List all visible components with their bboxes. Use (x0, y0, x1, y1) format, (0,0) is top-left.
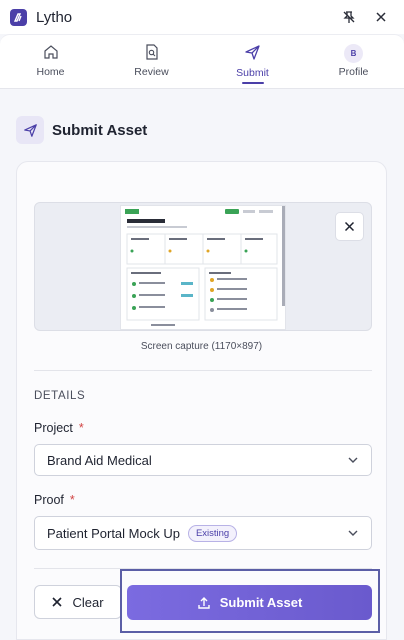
upload-icon (198, 596, 210, 609)
app-title: Lytho (36, 8, 73, 26)
nav-tabs: Home Review Submit B Profile (0, 34, 404, 89)
proof-label-text: Proof (34, 493, 64, 507)
avatar: B (344, 44, 363, 63)
clear-button[interactable]: Clear (34, 585, 122, 619)
proof-select-value: Patient Portal Mock Up (47, 525, 180, 541)
tab-submit[interactable]: Submit (202, 35, 303, 88)
chevron-down-icon (348, 457, 358, 463)
close-icon (376, 12, 386, 22)
status-badge: Existing (187, 524, 238, 542)
submit-card: Screen capture (1170×897) DETAILS Projec… (16, 161, 387, 640)
divider (34, 370, 372, 371)
screen-capture-preview (34, 202, 372, 331)
thumbnail-scrollbar (282, 206, 285, 306)
tab-profile-label: Profile (338, 66, 369, 78)
project-label-text: Project (34, 421, 73, 435)
clear-button-label: Clear (72, 594, 104, 610)
tab-profile[interactable]: B Profile (303, 35, 404, 88)
close-window-button[interactable] (368, 4, 394, 30)
screenshot-thumbnail (120, 205, 286, 330)
send-icon (16, 116, 44, 144)
page-title: Submit Asset (52, 121, 148, 139)
unpin-button[interactable] (336, 4, 362, 30)
required-marker: * (69, 493, 75, 507)
close-icon (344, 221, 355, 232)
close-icon (52, 597, 63, 607)
send-icon (245, 45, 260, 60)
remove-capture-button[interactable] (335, 212, 364, 241)
unpin-icon (343, 11, 355, 23)
submit-asset-button[interactable]: Submit Asset (127, 585, 372, 620)
lytho-logo-icon (10, 8, 27, 26)
pane-header: Submit Asset (16, 116, 147, 144)
proof-select[interactable]: Patient Portal Mock Up Existing (34, 516, 372, 550)
project-select[interactable]: Brand Aid Medical (34, 444, 372, 476)
details-section-title: DETAILS (34, 390, 86, 402)
submit-asset-label: Submit Asset (219, 595, 303, 610)
chevron-down-icon (348, 530, 358, 536)
title-bar: Lytho (0, 0, 404, 34)
tab-home-label: Home (36, 66, 65, 78)
tab-review[interactable]: Review (101, 35, 202, 88)
proof-label: Proof * (34, 493, 75, 507)
tab-home[interactable]: Home (0, 35, 101, 88)
home-icon (43, 45, 58, 59)
review-icon (145, 44, 158, 60)
capture-caption: Screen capture (1170×897) (140, 341, 263, 352)
project-select-value: Brand Aid Medical (47, 452, 152, 468)
active-tab-indicator (241, 82, 264, 84)
required-marker: * (78, 421, 84, 435)
project-label: Project * (34, 421, 84, 435)
tab-submit-label: Submit (236, 67, 269, 79)
tab-review-label: Review (134, 66, 169, 78)
